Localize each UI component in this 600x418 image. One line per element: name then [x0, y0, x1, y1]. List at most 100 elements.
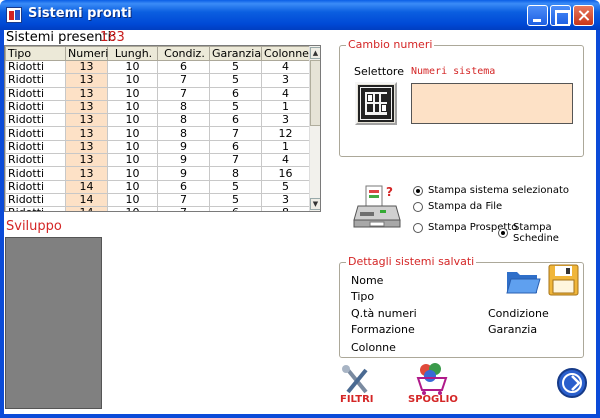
- qta-numeri-label: Q.tà numeri: [351, 307, 417, 320]
- numbers-input[interactable]: [411, 83, 573, 124]
- scroll-up-button[interactable]: ▲: [310, 47, 320, 59]
- table-cell: 13: [65, 59, 108, 75]
- table-cell: 7: [157, 206, 210, 211]
- table-row[interactable]: Ridotti 13 10 8 5 1: [5, 99, 310, 115]
- systems-grid[interactable]: Tipo Numeri Lungh. Condiz. Garanzia Colo…: [4, 45, 321, 212]
- sviluppo-label: Sviluppo: [6, 219, 62, 234]
- table-cell: 10: [107, 179, 158, 194]
- table-row[interactable]: Ridotti 14 10 7 5 3: [5, 192, 310, 208]
- number-grid-icon: [358, 85, 394, 122]
- grid-scrollbar[interactable]: ▲ ▼: [309, 46, 320, 211]
- table-row[interactable]: Ridotti 13 10 9 7 4: [5, 153, 310, 168]
- open-button[interactable]: [505, 266, 541, 296]
- radio-sistema[interactable]: [413, 185, 423, 196]
- print-button[interactable]: ?: [352, 182, 402, 232]
- go-button[interactable]: [556, 367, 588, 399]
- column-header-tipo[interactable]: Tipo: [5, 46, 66, 61]
- systems-table: Tipo Numeri Lungh. Condiz. Garanzia Colo…: [5, 46, 310, 211]
- table-row[interactable]: Ridotti1410768: [5, 206, 310, 211]
- save-button[interactable]: [548, 264, 579, 296]
- table-row[interactable]: Ridotti 13 10 9 6 1: [5, 139, 310, 155]
- close-button[interactable]: [573, 5, 594, 26]
- table-cell: 5: [261, 179, 310, 194]
- table-cell: Ridotti: [5, 73, 66, 88]
- cambio-numeri-legend: Cambio numeri: [346, 38, 435, 51]
- table-cell: 7: [157, 86, 210, 101]
- table-cell: 10: [107, 59, 158, 75]
- table-row[interactable]: Ridotti 13 10 6 5 4: [5, 59, 310, 75]
- table-cell: Ridotti: [5, 113, 66, 128]
- table-cell: 13: [65, 86, 108, 101]
- table-cell: Ridotti: [5, 126, 66, 141]
- systems-count-value: 183: [100, 30, 125, 45]
- table-cell: 10: [107, 206, 158, 211]
- app-icon: [6, 7, 22, 23]
- table-cell: 4: [261, 153, 310, 168]
- radio-schedine[interactable]: [498, 228, 508, 238]
- numbers-field-caption: Numeri sistema: [411, 66, 496, 77]
- table-cell: 5: [209, 192, 262, 208]
- table-cell: 10: [107, 139, 158, 155]
- window-title: Sistemi pronti: [28, 6, 132, 21]
- table-row[interactable]: Ridotti 13 10 8 7 12: [5, 126, 310, 141]
- grid-header-row: Tipo Numeri Lungh. Condiz. Garanzia Colo…: [5, 46, 310, 61]
- table-row[interactable]: Ridotti 14 10 6 5 5: [5, 179, 310, 194]
- table-row[interactable]: Ridotti 13 10 7 6 4: [5, 86, 310, 101]
- printer-icon: ?: [353, 185, 401, 228]
- table-cell: 3: [261, 192, 310, 208]
- table-cell: 13: [65, 166, 108, 181]
- spoglio-button[interactable]: [414, 362, 450, 396]
- table-cell: 9: [157, 166, 210, 181]
- spoglio-label: SPOGLIO: [408, 394, 458, 405]
- column-header-numeri[interactable]: Numeri: [65, 46, 108, 61]
- table-cell: 3: [261, 113, 310, 128]
- table-cell: Ridotti: [5, 86, 66, 101]
- table-cell: Ridotti: [5, 179, 66, 194]
- scroll-down-button[interactable]: ▼: [310, 198, 320, 210]
- svg-text:?: ?: [386, 185, 393, 199]
- table-cell: 5: [209, 179, 262, 194]
- print-option-file-label: Stampa da File: [428, 201, 503, 212]
- column-header-garanzia[interactable]: Garanzia: [209, 46, 262, 61]
- dettagli-legend: Dettagli sistemi salvati: [346, 255, 477, 268]
- print-option-sistema[interactable]: Stampa sistema selezionato: [413, 185, 569, 196]
- table-cell: 8: [157, 126, 210, 141]
- table-cell: Ridotti: [5, 192, 66, 208]
- column-header-condiz[interactable]: Condiz.: [157, 46, 210, 61]
- table-cell: 13: [65, 113, 108, 128]
- column-header-lungh[interactable]: Lungh.: [107, 46, 158, 61]
- selector-button[interactable]: [355, 82, 397, 125]
- table-cell: 6: [209, 113, 262, 128]
- table-cell: 8: [157, 113, 210, 128]
- print-option-file[interactable]: Stampa da File: [413, 201, 502, 212]
- maximize-button[interactable]: [550, 5, 571, 26]
- minimize-button[interactable]: [527, 5, 548, 26]
- table-cell: 8: [157, 99, 210, 115]
- table-cell: 14: [65, 206, 108, 211]
- table-row[interactable]: Ridotti 13 10 7 5 3: [5, 73, 310, 88]
- table-cell: 12: [261, 126, 310, 141]
- table-cell: 9: [157, 153, 210, 168]
- table-cell: 10: [107, 126, 158, 141]
- table-cell: 14: [65, 179, 108, 194]
- table-cell: 4: [261, 59, 310, 75]
- print-option-sistema-label: Stampa sistema selezionato: [428, 185, 570, 196]
- scroll-thumb[interactable]: [310, 60, 320, 126]
- table-row[interactable]: Ridotti 13 10 9 8 16: [5, 166, 310, 181]
- table-cell: Ridotti: [5, 99, 66, 115]
- table-cell: 6: [157, 59, 210, 75]
- table-cell: 8: [209, 166, 262, 181]
- table-cell: 1: [261, 139, 310, 155]
- table-cell: 9: [157, 139, 210, 155]
- print-option-schedine[interactable]: Stampa Schedine: [498, 222, 600, 244]
- radio-file[interactable]: [413, 201, 423, 212]
- table-cell: 4: [261, 86, 310, 101]
- tools-icon: [342, 365, 368, 394]
- print-option-schedine-label: Stampa Schedine: [513, 222, 559, 244]
- column-header-colonne[interactable]: Colonne: [261, 46, 310, 61]
- table-row[interactable]: Ridotti 13 10 8 6 3: [5, 113, 310, 128]
- radio-prospetto[interactable]: [413, 222, 423, 233]
- garanzia-label: Garanzia: [488, 323, 538, 336]
- table-cell: 10: [107, 73, 158, 88]
- title-bar[interactable]: Sistemi pronti: [0, 0, 600, 30]
